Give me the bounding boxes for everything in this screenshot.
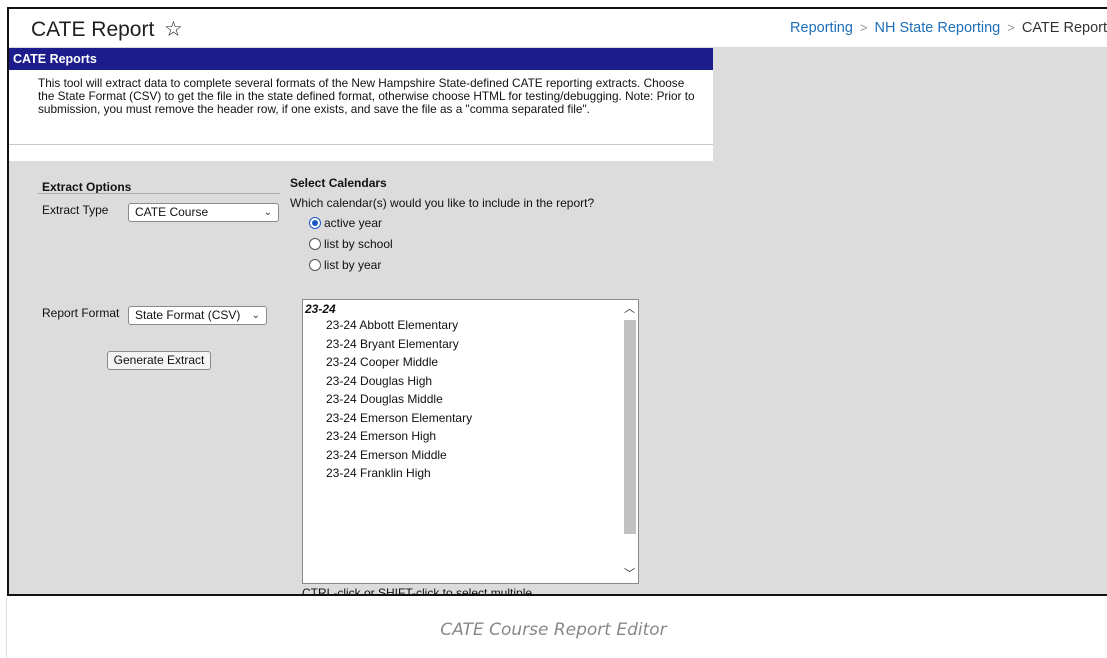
chevron-down-icon: ⌄ xyxy=(251,310,260,321)
report-format-value: State Format (CSV) xyxy=(135,308,241,322)
extract-type-value: CATE Course xyxy=(135,205,209,219)
report-format-label: Report Format xyxy=(42,306,120,320)
scrollbar-thumb[interactable] xyxy=(624,320,636,534)
favorite-star-icon[interactable]: ☆ xyxy=(164,17,183,42)
breadcrumb-reporting[interactable]: Reporting xyxy=(790,20,853,36)
calendar-option[interactable]: 23-24 Douglas Middle xyxy=(303,390,620,409)
listbox-scrollbar[interactable]: ︿ ﹀ xyxy=(621,300,638,583)
cate-reports-panel: CATE Reports This tool will extract data… xyxy=(9,48,713,594)
calendar-listbox[interactable]: 23-24 23-24 Abbott Elementary 23-24 Brya… xyxy=(302,299,639,584)
calendar-option[interactable]: 23-24 Franklin High xyxy=(303,464,620,483)
select-calendars-heading: Select Calendars xyxy=(290,176,387,190)
radio-label: list by school xyxy=(324,237,393,251)
top-bar: CATE Report ☆ Reporting > NH State Reporti… xyxy=(9,9,1107,48)
calendar-group-label: 23-24 xyxy=(305,302,336,316)
multi-select-hint: CTRL-click or SHIFT-click to select mult… xyxy=(302,586,533,596)
extract-type-select[interactable]: CATE Course ⌄ xyxy=(128,203,279,222)
radio-checked-icon[interactable] xyxy=(309,217,321,229)
report-frame: CATE Report ☆ Reporting > NH State Reporti… xyxy=(7,7,1107,596)
generate-extract-button[interactable]: Generate Extract xyxy=(107,351,211,370)
radio-unchecked-icon[interactable] xyxy=(309,259,321,271)
page-title: CATE Report xyxy=(31,18,155,41)
calendar-option[interactable]: 23-24 Abbott Elementary xyxy=(303,316,620,335)
chevron-right-icon: > xyxy=(1007,20,1015,35)
scroll-down-icon[interactable]: ﹀ xyxy=(621,565,638,583)
chevron-down-icon: ⌄ xyxy=(263,207,272,218)
chevron-right-icon: > xyxy=(859,20,868,35)
calendar-option[interactable]: 23-24 Cooper Middle xyxy=(303,353,620,372)
radio-list-by-year[interactable]: list by year xyxy=(309,258,381,272)
calendar-option[interactable]: 23-24 Emerson High xyxy=(303,427,620,446)
breadcrumb-current: CATE Report xyxy=(1021,20,1107,36)
extract-options-heading: Extract Options xyxy=(42,180,132,194)
report-format-select[interactable]: State Format (CSV) ⌄ xyxy=(128,306,267,325)
panel-title: CATE Reports xyxy=(9,48,713,70)
calendar-question: Which calendar(s) would you like to incl… xyxy=(290,196,595,210)
radio-label: list by year xyxy=(324,258,382,272)
scroll-up-icon[interactable]: ︿ xyxy=(621,300,638,318)
breadcrumb-nh-state-reporting[interactable]: NH State Reporting xyxy=(875,20,1001,36)
figure-caption: CATE Course Report Editor xyxy=(440,620,667,640)
calendar-list: 23-24 23-24 Abbott Elementary 23-24 Brya… xyxy=(303,300,620,583)
form-area: Extract Options Extract Type CATE Course… xyxy=(9,161,713,594)
calendar-option[interactable]: 23-24 Emerson Middle xyxy=(303,446,620,465)
radio-active-year[interactable]: active year xyxy=(309,216,382,230)
calendar-option[interactable]: 23-24 Bryant Elementary xyxy=(303,335,620,354)
extract-type-label: Extract Type xyxy=(42,203,109,217)
radio-list-by-school[interactable]: list by school xyxy=(309,237,393,251)
calendar-option[interactable]: 23-24 Emerson Elementary xyxy=(303,409,620,428)
panel-description: This tool will extract data to complete … xyxy=(9,70,713,145)
radio-label: active year xyxy=(324,216,383,230)
breadcrumb: Reporting > NH State Reporting > CATE Report xyxy=(790,20,1107,36)
section-divider xyxy=(38,193,280,194)
calendar-option[interactable]: 23-24 Douglas High xyxy=(303,372,620,391)
radio-unchecked-icon[interactable] xyxy=(309,238,321,250)
